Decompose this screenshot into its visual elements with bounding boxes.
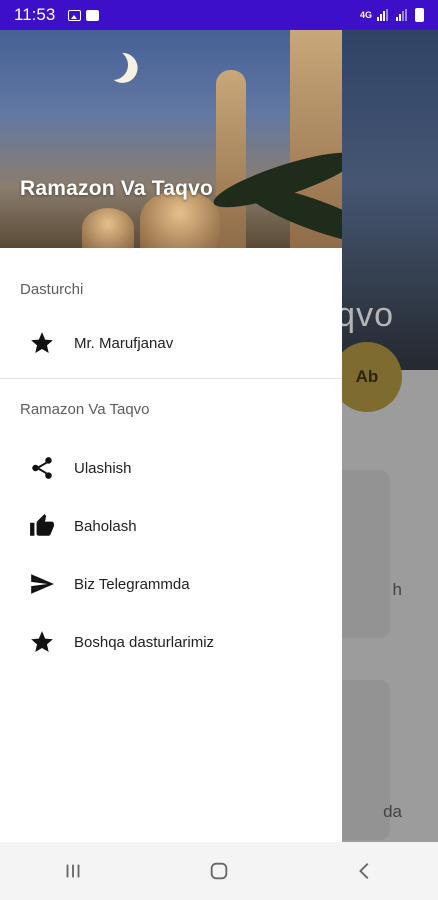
menu-item-developer[interactable]: Mr. Marufjanav <box>0 314 342 372</box>
thumb-up-icon <box>28 512 56 540</box>
menu-item-rate[interactable]: Baholash <box>0 497 342 555</box>
menu-item-other-apps[interactable]: Boshqa dasturlarimiz <box>0 613 342 671</box>
recents-button[interactable] <box>43 851 103 891</box>
menu-item-telegram[interactable]: Biz Telegrammda <box>0 555 342 613</box>
navigation-drawer: Ramazon Va Taqvo Dasturchi Mr. Marufjana… <box>0 30 342 842</box>
network-type: 4G <box>359 10 372 20</box>
section-label-developer: Dasturchi <box>20 280 84 298</box>
drawer-header: Ramazon Va Taqvo <box>0 30 342 248</box>
menu-item-label: Ulashish <box>74 459 132 477</box>
menu-item-label: Boshqa dasturlarimiz <box>74 633 215 651</box>
signal-icon-2 <box>396 9 410 21</box>
home-icon <box>210 862 228 880</box>
dome-image <box>82 208 134 248</box>
minaret-image <box>216 70 246 248</box>
section-label-app: Ramazon Va Taqvo <box>20 400 150 418</box>
signal-icon <box>377 9 391 21</box>
status-bar: 11:53 4G <box>0 0 438 30</box>
system-nav-bar <box>0 842 438 900</box>
message-notification-icon <box>86 9 100 21</box>
home-button[interactable] <box>189 851 249 891</box>
menu-item-label: Baholash <box>74 517 137 535</box>
status-time: 11:53 <box>14 5 56 24</box>
share-icon <box>28 454 56 482</box>
send-icon <box>28 570 56 598</box>
battery-icon <box>415 8 424 22</box>
recents-icon <box>66 864 80 878</box>
crescent-moon-icon <box>94 46 132 84</box>
drawer-title: Ramazon Va Taqvo <box>20 177 214 200</box>
image-notification-icon <box>68 9 82 21</box>
status-indicators: 4G <box>360 8 424 22</box>
star-icon <box>28 628 56 656</box>
menu-item-label: Biz Telegrammda <box>74 575 190 593</box>
menu-item-share[interactable]: Ulashish <box>0 439 342 497</box>
menu-item-label: Mr. Marufjanav <box>74 334 174 352</box>
back-icon <box>359 863 369 879</box>
star-icon <box>28 329 56 357</box>
back-button[interactable] <box>335 851 395 891</box>
